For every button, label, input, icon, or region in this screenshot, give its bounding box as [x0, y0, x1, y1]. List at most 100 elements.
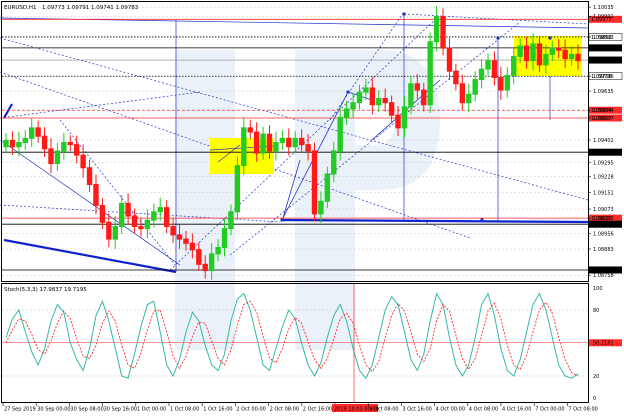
candle-body [41, 135, 48, 150]
candle-body [556, 47, 562, 51]
candle-body [125, 202, 131, 217]
time-tick-label: 4 Oct 00:00 [436, 407, 465, 413]
candle-body [337, 116, 343, 152]
candle-body [86, 167, 93, 186]
candle-body [241, 127, 247, 167]
price-tick-label: 1.09073 [593, 207, 614, 213]
candle-body [453, 70, 459, 85]
price-tick-label: 1.09841 [593, 46, 614, 52]
candle-body [343, 108, 350, 118]
candle-body [131, 215, 138, 228]
candle-body [163, 207, 170, 228]
candle-body [298, 137, 305, 146]
price-tick-label: 1.09783 [593, 58, 614, 64]
candle-body [485, 60, 491, 70]
time-tick-label: 1 Oct 16:00 [203, 407, 232, 413]
bold-trend-line [3, 103, 13, 119]
price-tick-label: 1.08883 [593, 247, 614, 253]
price-tick-label: 1.10035 [593, 5, 614, 11]
stoch-header: Stoch(5,3,3) 17.9837 19.7195 [4, 287, 87, 293]
candle-body [9, 139, 16, 148]
candle-body [376, 97, 382, 106]
candle-body [305, 144, 311, 152]
time-tick-label: 1 Oct 08:00 [170, 407, 199, 413]
channel-line [59, 119, 176, 266]
candle-body [208, 253, 215, 272]
channel-line [0, 91, 201, 119]
anchor-point [346, 90, 350, 94]
time-tick-label: 3 Oct 08:00 [369, 407, 398, 413]
candle-body [318, 200, 324, 215]
watermark-logo [175, 50, 440, 350]
price-tick-label: 1.09344 [593, 150, 614, 156]
candle-body [498, 76, 504, 91]
candle-body [408, 83, 414, 108]
candle-body [221, 228, 228, 249]
candle-body [273, 142, 279, 152]
candle-body [183, 238, 189, 244]
candle-body [93, 184, 99, 207]
candle-body [266, 133, 273, 152]
candle-body [530, 43, 536, 62]
price-tick-label: 1.08758 [593, 273, 614, 279]
bold-trend-line [3, 238, 177, 274]
time-tick-label: 7 Oct 08:00 [568, 407, 597, 413]
chart-window[interactable]: 1.09977 1.09893 1.09841 1.09783 1.09706 1.095… [0, 0, 624, 416]
candle-body [260, 133, 266, 154]
ohlc-header: 1.09773 1.09791 1.09741 1.09783 [42, 5, 139, 11]
candle-body [80, 154, 86, 169]
candle-body [61, 142, 67, 152]
candle-body [478, 68, 485, 81]
candle-body [356, 91, 363, 104]
candle-body [286, 137, 292, 148]
time-tick-label: 30 Sep 16:00 [104, 407, 137, 413]
price-tick-label: 1.09151 [593, 191, 614, 197]
price-tick-label: 1.09635 [593, 89, 614, 95]
time-tick-label: 3 Oct 16:00 [402, 407, 431, 413]
anchor-point [280, 218, 284, 222]
candle-body [401, 106, 408, 129]
chart-svg[interactable]: 1.099771.098931.098411.097831.097061.095… [0, 0, 624, 416]
candle-body [311, 150, 318, 215]
stoch-tick-label: 100 [593, 286, 603, 292]
candle-body [511, 55, 517, 76]
price-tick-label: 1.09544 [593, 108, 614, 114]
candle-body [196, 249, 202, 265]
candle-body [157, 207, 163, 213]
candle-body [215, 247, 221, 255]
candle-body [549, 47, 555, 55]
time-tick-label: 30 Sep 00:00 [37, 407, 70, 413]
candle-body [67, 142, 73, 146]
candle-body [491, 60, 498, 78]
candle-body [446, 47, 453, 72]
price-tick-label: 1.09402 [593, 138, 614, 144]
price-tick-label: 1.09507 [593, 116, 614, 122]
time-tick-label: 2 Oct 16:00 [303, 407, 332, 413]
candle-body [29, 127, 35, 139]
anchor-point [402, 12, 406, 16]
candle-body [459, 83, 466, 104]
candle-body [331, 150, 337, 175]
candle-body [324, 173, 331, 202]
candle-body [433, 16, 440, 43]
candle-body [414, 83, 421, 91]
stoch-tick-label: 50.2181 [593, 341, 614, 347]
price-tick-label: 1.09893 [593, 35, 614, 41]
candle-body [363, 87, 369, 93]
candle-body [568, 53, 575, 60]
candle-body [144, 219, 151, 230]
candle-body [575, 53, 581, 62]
time-tick-label: 1 Oct 00:00 [137, 407, 166, 413]
candle-body [427, 41, 433, 106]
time-tick-label: 2 Oct 00:00 [236, 407, 265, 413]
time-tick-label: 4 Oct 16:00 [502, 407, 531, 413]
stoch-tick-label: 80 [593, 308, 599, 314]
price-tick-label: 1.09295 [593, 160, 614, 166]
time-tick-label: 4 Oct 08:00 [469, 407, 498, 413]
candle-body [292, 137, 298, 148]
candle-body [228, 211, 234, 230]
price-tick-label: 1.09991 [593, 14, 614, 20]
price-tick-label: 1.08956 [593, 231, 614, 237]
candle-body [472, 79, 478, 95]
candle-body [253, 131, 260, 154]
